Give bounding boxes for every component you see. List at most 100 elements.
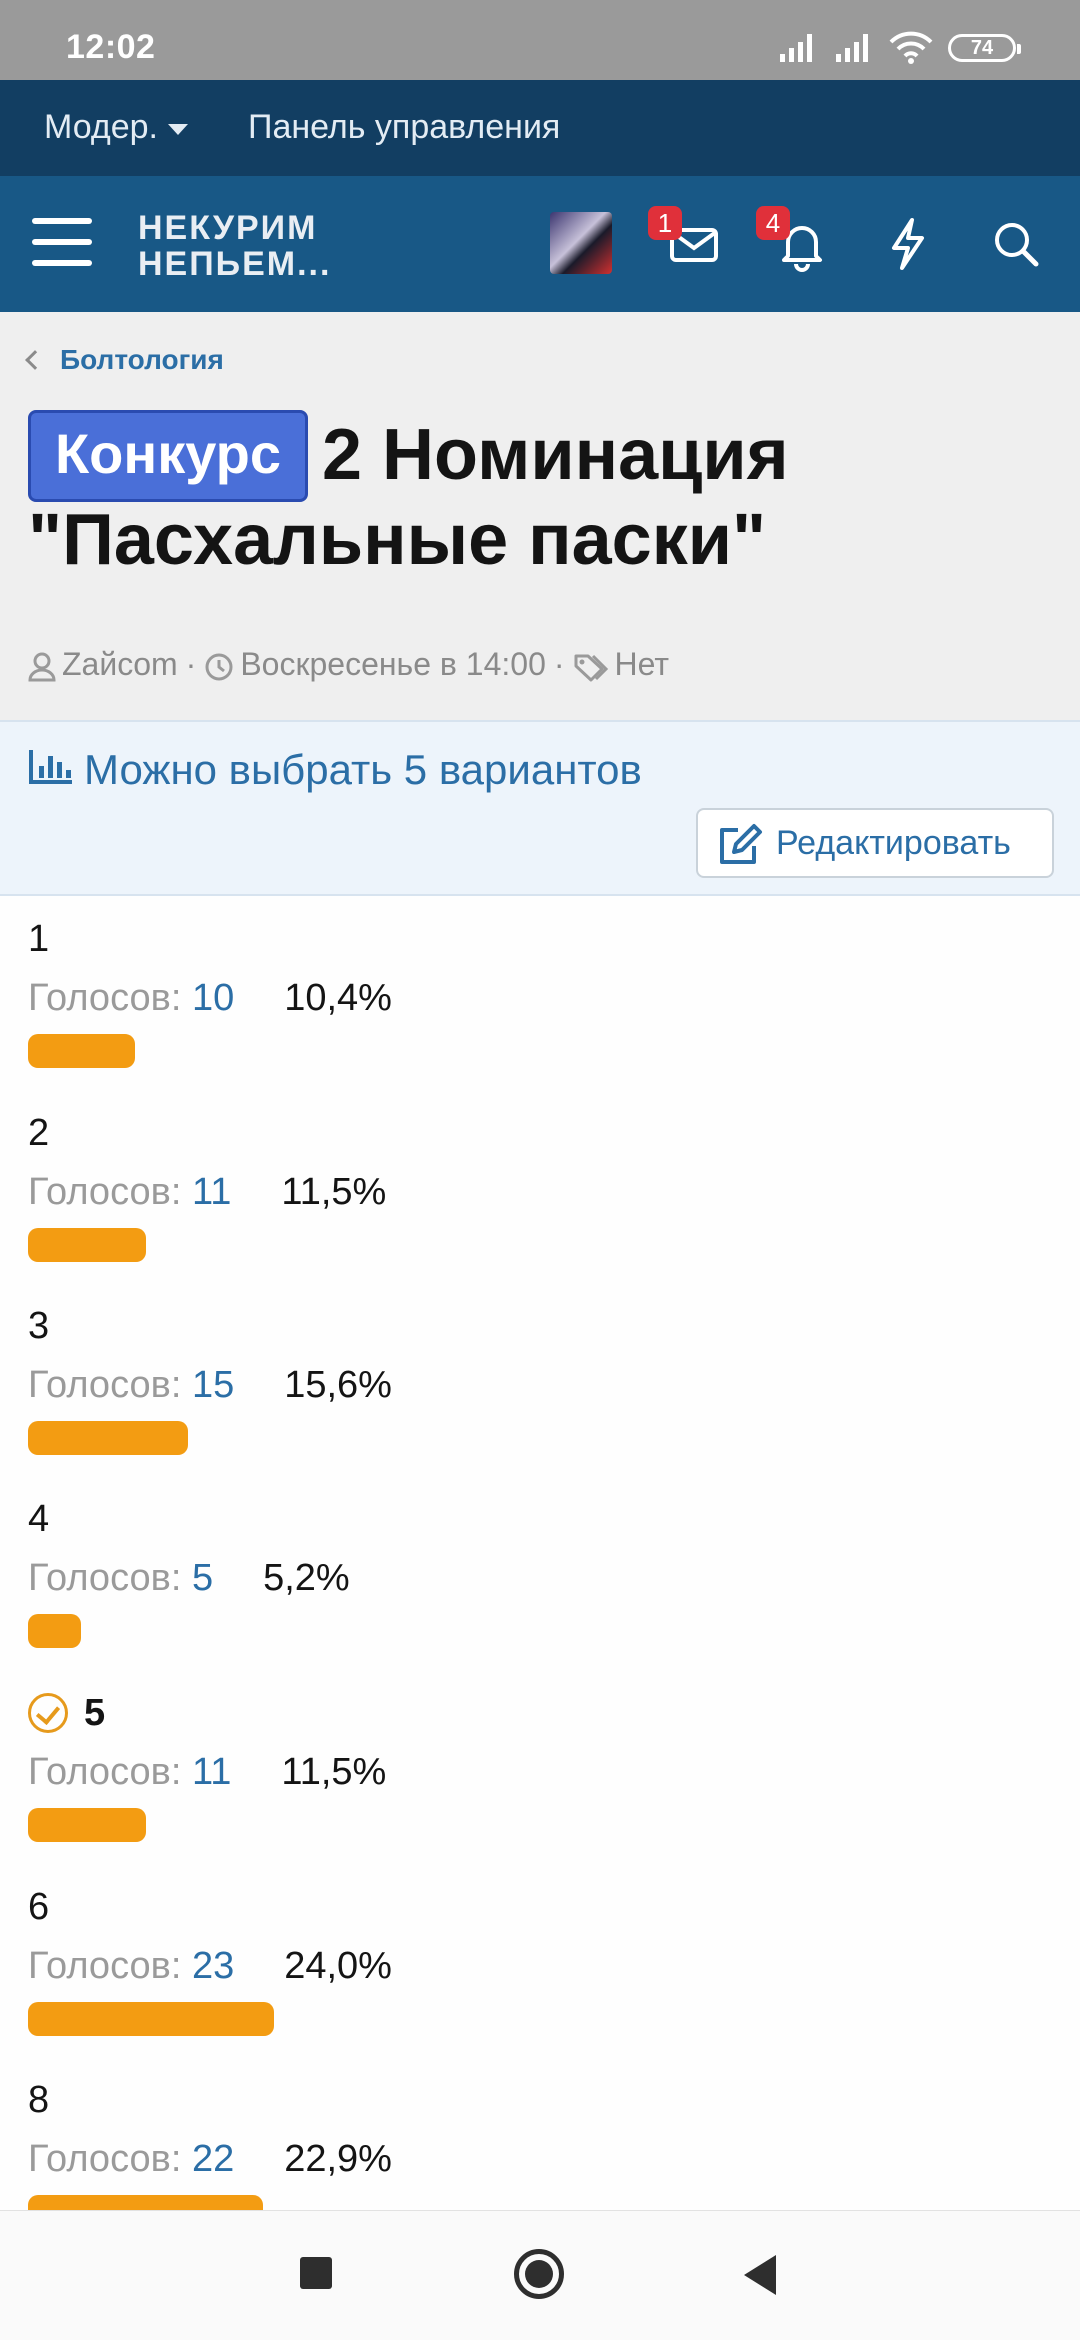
vote-percent: 24,0% xyxy=(284,1945,392,1987)
votes-label: Голосов: xyxy=(28,1364,182,1406)
poll-option-label: 5 xyxy=(28,1684,1028,1742)
thread-header: Болтология Конкурс 2 Номинация "Пасхальны… xyxy=(0,312,1080,720)
messages-badge: 1 xyxy=(648,206,682,240)
poll-result-item: 1 Голосов: 10 10,4% xyxy=(28,910,1028,1068)
edit-poll-button[interactable]: Редактировать xyxy=(696,808,1054,878)
poll-option-text: 5 xyxy=(84,1692,106,1734)
recents-icon[interactable] xyxy=(300,2257,332,2289)
thread-author[interactable]: Zайcom xyxy=(62,646,178,682)
poll-option-text: 6 xyxy=(28,1886,50,1928)
poll-result-item: 8 Голосов: 22 22,9% xyxy=(28,2071,1028,2229)
poll-option-label: 2 xyxy=(28,1104,1028,1162)
vote-count-link[interactable]: 11 xyxy=(192,1171,231,1213)
user-avatar[interactable] xyxy=(550,212,612,274)
logo-line-1: НЕКУРИМ xyxy=(138,209,318,247)
cell-signal-icon xyxy=(780,34,812,62)
poll-option-label: 6 xyxy=(28,1878,1028,1936)
moderator-bar: Модер. Панель управления xyxy=(0,80,1080,176)
alerts-badge: 4 xyxy=(756,206,790,240)
thread-meta: Zайcom · Воскресенье в 14:00 · Нет xyxy=(28,646,669,683)
votes-label: Голосов: xyxy=(28,2138,182,2180)
votes-label: Голосов: xyxy=(28,1171,182,1213)
vote-percent: 5,2% xyxy=(263,1557,350,1599)
moderation-menu[interactable]: Модер. xyxy=(44,108,188,147)
poll-option-label: 3 xyxy=(28,1297,1028,1355)
vote-count-link[interactable]: 11 xyxy=(192,1751,231,1793)
poll-vote-row: Голосов: 11 11,5% xyxy=(28,1742,1028,1802)
breadcrumb[interactable]: Болтология xyxy=(25,344,224,376)
poll-vote-row: Голосов: 15 15,6% xyxy=(28,1355,1028,1415)
poll-option-text: 4 xyxy=(28,1498,50,1540)
search-icon[interactable] xyxy=(986,214,1046,274)
poll-option-text: 3 xyxy=(28,1305,50,1347)
poll-vote-row: Голосов: 23 24,0% xyxy=(28,1936,1028,1996)
vote-percent: 11,5% xyxy=(281,1751,387,1793)
thread-date[interactable]: Воскресенье в 14:00 xyxy=(240,646,546,682)
thread-prefix-tag[interactable]: Конкурс xyxy=(28,410,308,502)
bar-chart-icon xyxy=(29,750,72,784)
moderation-label: Модер. xyxy=(44,108,158,146)
vote-count-link[interactable]: 15 xyxy=(192,1364,234,1406)
poll-option-label: 4 xyxy=(28,1490,1028,1548)
page-title: Конкурс 2 Номинация "Пасхальные паски" xyxy=(28,410,1058,578)
user-icon xyxy=(28,652,56,682)
lightning-icon[interactable] xyxy=(878,214,938,274)
votes-label: Голосов: xyxy=(28,977,182,1019)
thread-tags: Нет xyxy=(614,646,670,682)
breadcrumb-label: Болтология xyxy=(60,344,224,375)
system-nav-bar xyxy=(0,2210,1080,2340)
vote-percent: 15,6% xyxy=(284,1364,392,1406)
poll-result-item: 3 Голосов: 15 15,6% xyxy=(28,1297,1028,1455)
vote-percent: 22,9% xyxy=(284,2138,392,2180)
edit-poll-label: Редактировать xyxy=(776,824,1011,862)
vote-percent-bar xyxy=(28,1614,81,1648)
cell-signal-2-icon xyxy=(836,34,868,62)
votes-label: Голосов: xyxy=(28,1945,182,1987)
poll-result-item: 5 Голосов: 11 11,5% xyxy=(28,1684,1028,1842)
battery-indicator: 74 xyxy=(948,34,1021,62)
poll-vote-row: Голосов: 10 10,4% xyxy=(28,968,1028,1028)
menu-icon[interactable] xyxy=(32,218,92,270)
poll-vote-row: Голосов: 5 5,2% xyxy=(28,1548,1028,1608)
wifi-icon xyxy=(889,31,933,64)
poll-result-item: 2 Голосов: 11 11,5% xyxy=(28,1104,1028,1262)
votes-label: Голосов: xyxy=(28,1751,182,1793)
back-icon[interactable] xyxy=(744,2255,776,2295)
vote-percent-bar xyxy=(28,1034,135,1068)
vote-percent-bar xyxy=(28,1808,146,1842)
edit-icon xyxy=(720,824,762,864)
vote-percent: 11,5% xyxy=(281,1171,387,1213)
vote-count-link[interactable]: 10 xyxy=(192,977,234,1019)
caret-down-icon xyxy=(167,123,188,135)
poll-option-label: 1 xyxy=(28,910,1028,968)
voted-check-icon xyxy=(28,1693,68,1733)
home-icon[interactable] xyxy=(514,2249,564,2299)
status-bar: 12:02 74 xyxy=(0,0,1080,80)
poll-vote-row: Голосов: 11 11,5% xyxy=(28,1162,1028,1222)
vote-percent-bar xyxy=(28,1421,188,1455)
poll-result-item: 4 Голосов: 5 5,2% xyxy=(28,1490,1028,1648)
poll-result-item: 6 Голосов: 23 24,0% xyxy=(28,1878,1028,2036)
site-logo[interactable]: НЕКУРИМ НЕПЬЕМ... xyxy=(138,210,331,282)
tags-icon xyxy=(574,654,608,682)
status-time: 12:02 xyxy=(66,28,156,66)
vote-count-link[interactable]: 5 xyxy=(192,1557,213,1599)
vote-percent-bar xyxy=(28,2002,274,2036)
poll-option-text: 1 xyxy=(28,918,50,960)
vote-percent-bar xyxy=(28,1228,146,1262)
poll-option-label: 8 xyxy=(28,2071,1028,2129)
poll-header: Можно выбрать 5 вариантов Редактировать xyxy=(0,720,1080,896)
vote-percent: 10,4% xyxy=(284,977,392,1019)
poll-question-text: Можно выбрать 5 вариантов xyxy=(84,746,642,793)
vote-count-link[interactable]: 23 xyxy=(192,1945,234,1987)
chevron-left-icon xyxy=(25,350,45,370)
control-panel-link[interactable]: Панель управления xyxy=(248,108,560,147)
site-header: НЕКУРИМ НЕПЬЕМ... 1 4 xyxy=(0,176,1080,312)
vote-count-link[interactable]: 22 xyxy=(192,2138,234,2180)
votes-label: Голосов: xyxy=(28,1557,182,1599)
logo-line-2: НЕПЬЕМ... xyxy=(138,245,332,283)
poll-vote-row: Голосов: 22 22,9% xyxy=(28,2129,1028,2189)
poll-question: Можно выбрать 5 вариантов xyxy=(28,746,642,794)
poll-option-text: 2 xyxy=(28,1112,50,1154)
poll-option-text: 8 xyxy=(28,2079,50,2121)
